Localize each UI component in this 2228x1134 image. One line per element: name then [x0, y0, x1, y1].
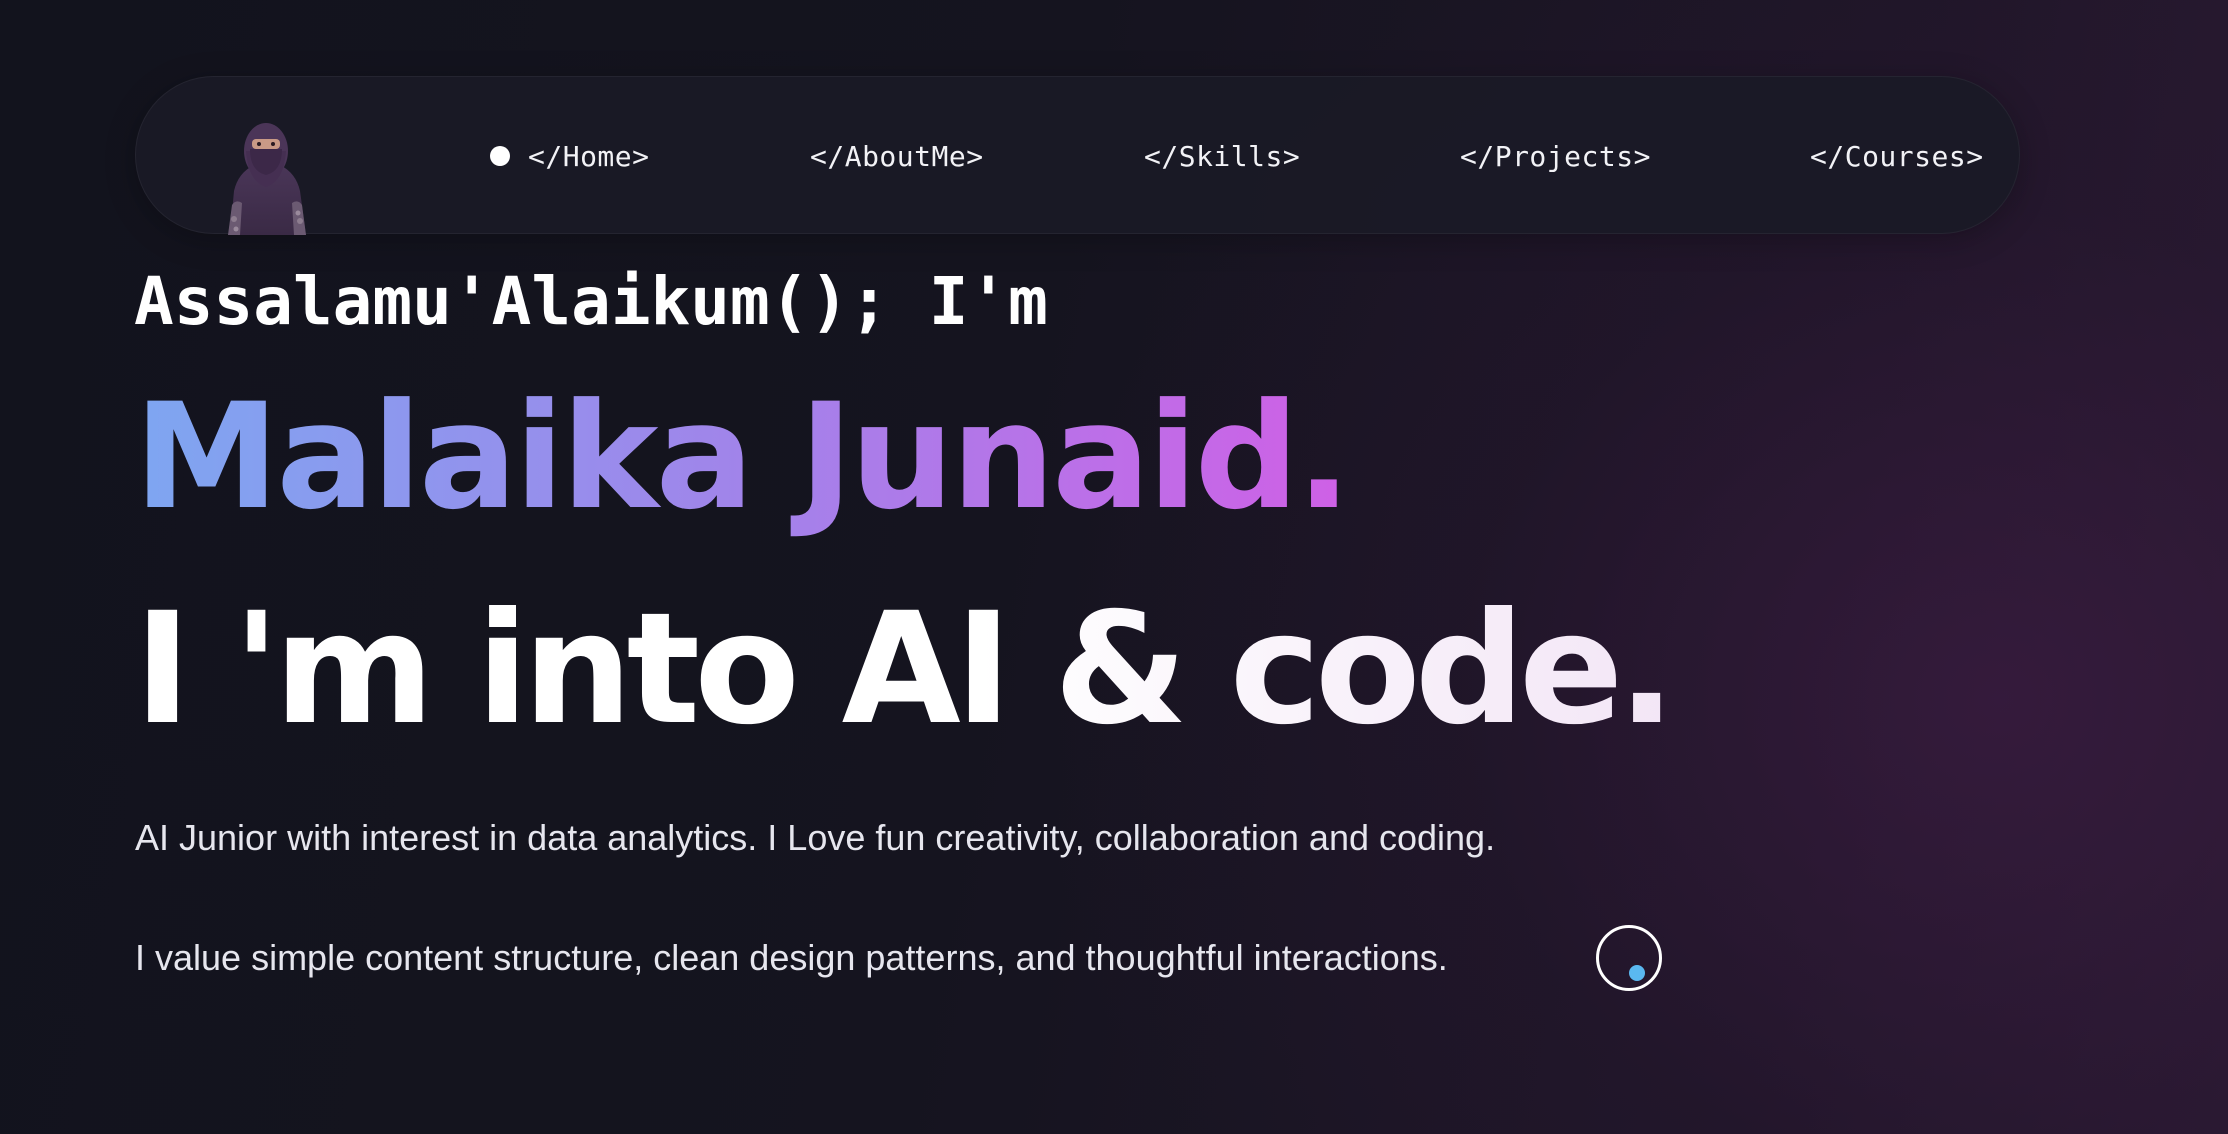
- nav-link-projects[interactable]: </Projects>: [1460, 77, 1651, 235]
- active-dot-icon: [490, 146, 510, 166]
- nav-link-home[interactable]: </Home>: [490, 77, 650, 235]
- navbar: </Home> </AboutMe> </Skills> </Projects>…: [135, 76, 2020, 235]
- scroll-down-indicator[interactable]: [1596, 925, 1662, 991]
- profile-photo: [228, 123, 306, 235]
- hero-tagline: I 'm into AI & code.: [134, 580, 1676, 759]
- bio-paragraph-2: I value simple content structure, clean …: [135, 937, 1448, 978]
- nav-link-label: </Home>: [528, 139, 650, 173]
- scroll-dot-icon: [1629, 965, 1645, 981]
- nav-link-label: </Courses>: [1810, 139, 1984, 173]
- nav-link-skills[interactable]: </Skills>: [1144, 77, 1300, 235]
- nav-link-label: </Skills>: [1144, 139, 1301, 173]
- greeting-text: Assalamu'Alaikum(); I'm: [134, 263, 1048, 340]
- nav-link-label: </AboutMe>: [810, 139, 984, 173]
- bio-paragraph-1: AI Junior with interest in data analytic…: [135, 817, 1496, 858]
- nav-link-label: </Projects>: [1460, 139, 1651, 173]
- nav-link-courses[interactable]: </Courses>: [1810, 77, 1984, 235]
- avatar[interactable]: [224, 121, 310, 235]
- nav-link-aboutme[interactable]: </AboutMe>: [810, 77, 984, 235]
- hero-name: Malaika Junaid.: [134, 372, 1352, 542]
